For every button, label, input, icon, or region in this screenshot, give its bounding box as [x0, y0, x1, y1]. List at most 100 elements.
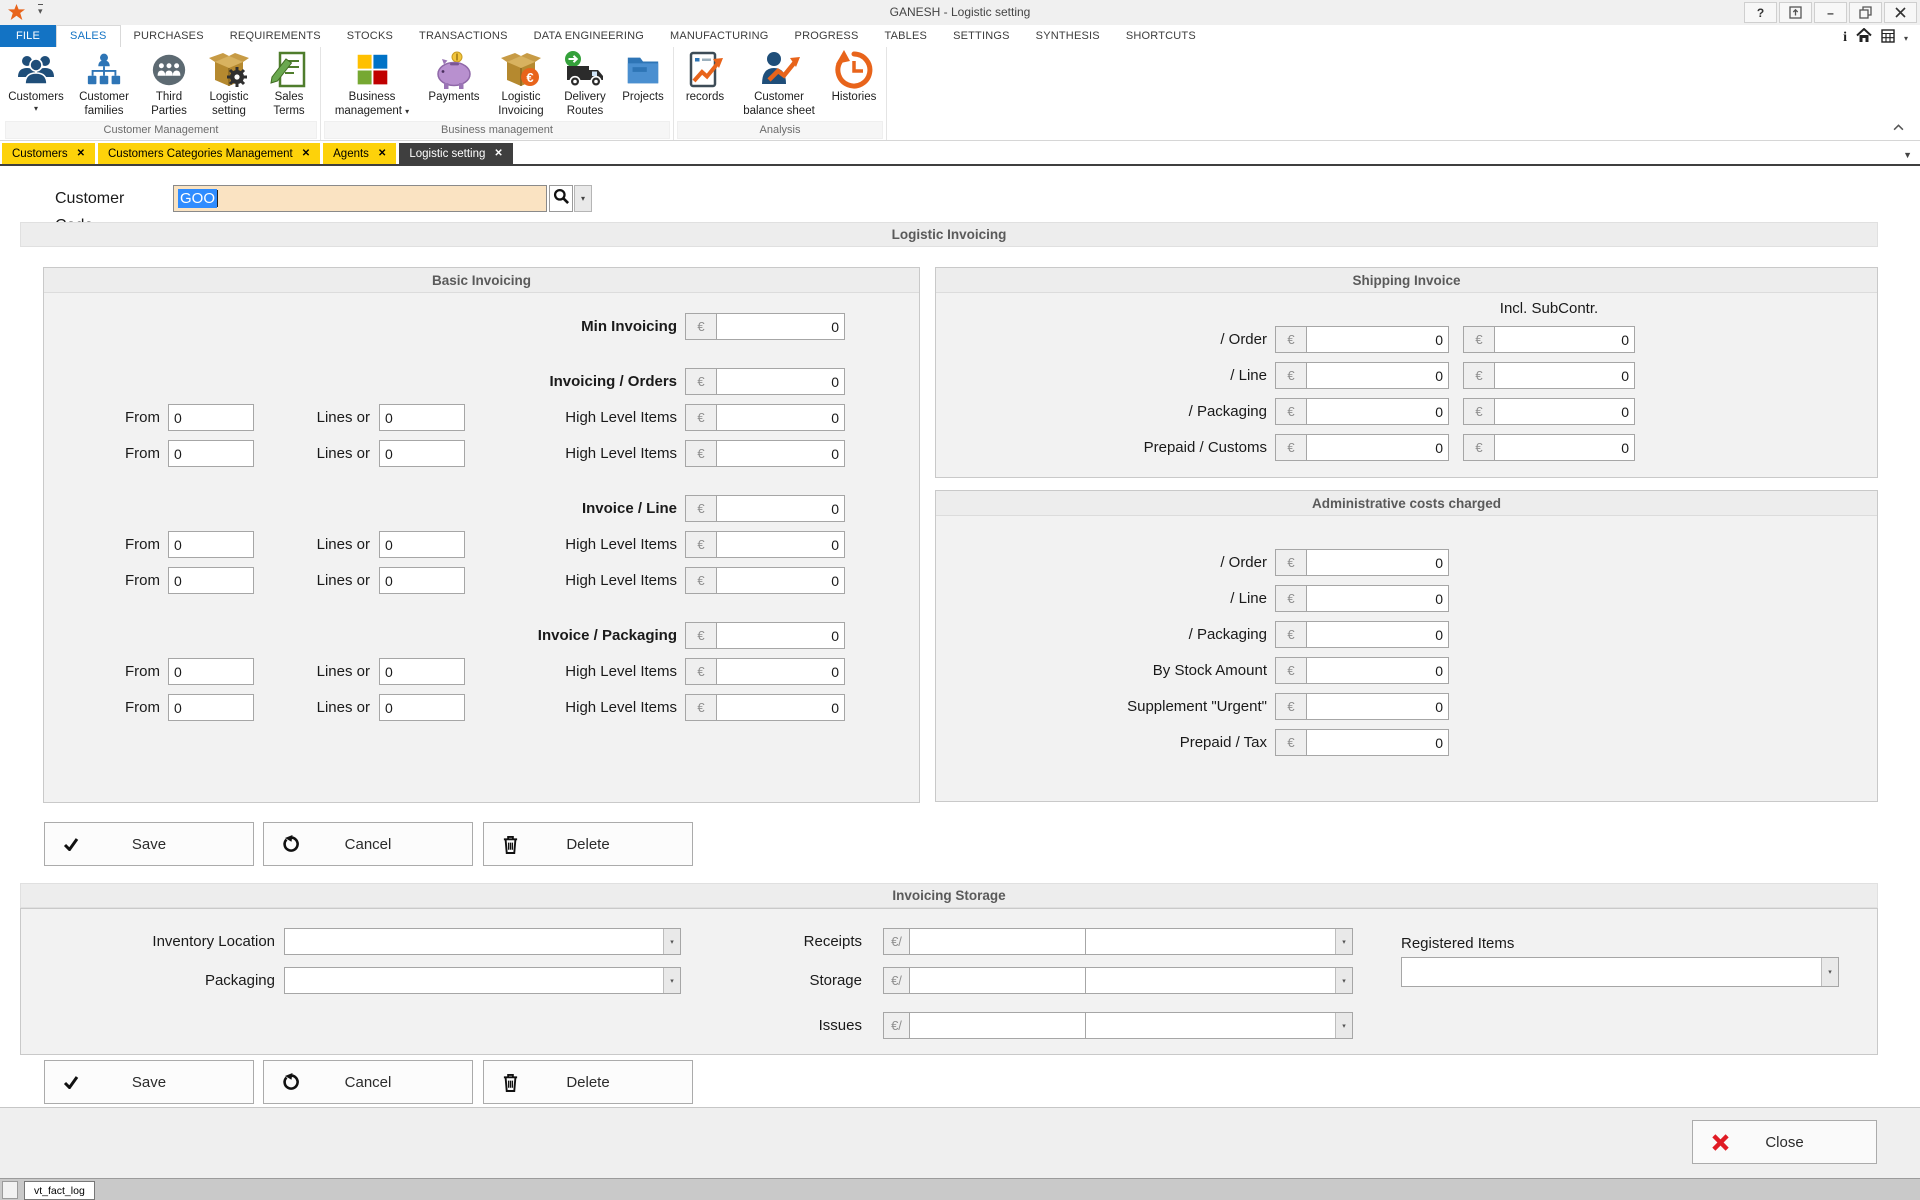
shipping-order-subcontr-input[interactable] — [1495, 326, 1635, 353]
close-window-button[interactable] — [1884, 2, 1917, 23]
tab-tables[interactable]: TABLES — [871, 25, 940, 47]
high-level-items-input[interactable] — [717, 531, 845, 558]
packaging-select[interactable]: ▾ — [284, 967, 681, 994]
tab-stocks[interactable]: STOCKS — [334, 25, 406, 47]
tab-progress[interactable]: PROGRESS — [782, 25, 872, 47]
admin-prepaid-tax-input[interactable] — [1307, 729, 1449, 756]
issues-input[interactable] — [910, 1012, 1098, 1039]
doctab-customers[interactable]: Customers ✕ — [2, 143, 95, 164]
doctab-close-icon[interactable]: ✕ — [302, 148, 310, 159]
min-invoicing-input[interactable] — [717, 313, 845, 340]
from-input[interactable] — [168, 658, 254, 685]
projects-button[interactable]: Projects — [616, 47, 670, 105]
cancel-button-storage[interactable]: Cancel — [263, 1060, 473, 1104]
minimize-button[interactable]: – — [1814, 2, 1847, 23]
close-button[interactable]: Close — [1692, 1120, 1877, 1164]
doctab-customers-categories-management[interactable]: Customers Categories Management ✕ — [98, 143, 320, 164]
tab-manufacturing[interactable]: MANUFACTURING — [657, 25, 782, 47]
doctab-close-icon[interactable]: ✕ — [494, 148, 502, 159]
shipping-packaging-subcontr-input[interactable] — [1495, 398, 1635, 425]
receipts-unit-select[interactable]: ▾ — [1085, 928, 1353, 955]
shipping-order-input[interactable] — [1307, 326, 1449, 353]
calculator-icon[interactable] — [1881, 29, 1895, 48]
customer-search-button[interactable] — [549, 185, 573, 212]
doctab-agents[interactable]: Agents ✕ — [323, 143, 396, 164]
calculator-caret-icon[interactable]: ▾ — [1904, 34, 1908, 43]
shipping-prepaid-customs-subcontr-input[interactable] — [1495, 434, 1635, 461]
high-level-items-input[interactable] — [717, 404, 845, 431]
statusbar-square[interactable] — [2, 1181, 18, 1199]
sales-terms-button[interactable]: Sales Terms — [261, 47, 317, 118]
pin-ribbon-button[interactable] — [1779, 2, 1812, 23]
from-input[interactable] — [168, 404, 254, 431]
from-input[interactable] — [168, 694, 254, 721]
admin-by-stock-amount-input[interactable] — [1307, 657, 1449, 684]
chevron-down-icon[interactable]: ▾ — [1335, 929, 1352, 954]
save-button-storage[interactable]: Save — [44, 1060, 254, 1104]
issues-unit-select[interactable]: ▾ — [1085, 1012, 1353, 1039]
save-button-invoicing[interactable]: Save — [44, 822, 254, 866]
from-input[interactable] — [168, 531, 254, 558]
customer-search-dropdown-button[interactable]: ▾ — [574, 185, 592, 212]
tab-data-engineering[interactable]: DATA ENGINEERING — [521, 25, 657, 47]
tab-requirements[interactable]: REQUIREMENTS — [217, 25, 334, 47]
high-level-items-input[interactable] — [717, 440, 845, 467]
doctab-close-icon[interactable]: ✕ — [77, 148, 85, 159]
shipping-prepaid-customs-input[interactable] — [1307, 434, 1449, 461]
inventory-location-select[interactable]: ▾ — [284, 928, 681, 955]
customer-balance-sheet-button[interactable]: Customer balance sheet — [733, 47, 825, 118]
business-management-button[interactable]: Business management ▾ — [324, 47, 420, 118]
tabstrip-overflow-caret-icon[interactable]: ▼ — [1903, 150, 1912, 160]
receipts-input[interactable] — [910, 928, 1098, 955]
doctab-close-icon[interactable]: ✕ — [378, 148, 386, 159]
histories-button[interactable]: Histories — [825, 47, 883, 105]
shipping-packaging-input[interactable] — [1307, 398, 1449, 425]
high-level-items-input[interactable] — [717, 658, 845, 685]
customer-families-button[interactable]: Customer families — [67, 47, 141, 118]
delete-button-invoicing[interactable]: Delete — [483, 822, 693, 866]
invoice-line-input[interactable] — [717, 495, 845, 522]
chevron-down-icon[interactable]: ▾ — [1335, 968, 1352, 993]
tab-file[interactable]: FILE — [0, 25, 56, 47]
from-input[interactable] — [168, 567, 254, 594]
shipping-line-subcontr-input[interactable] — [1495, 362, 1635, 389]
ribbon-collapse-chevron-icon[interactable] — [1893, 118, 1904, 136]
logistic-setting-button[interactable]: Logistic setting — [197, 47, 261, 118]
registered-items-select[interactable]: ▾ — [1401, 957, 1839, 987]
tab-shortcuts[interactable]: SHORTCUTS — [1113, 25, 1209, 47]
chevron-down-icon[interactable]: ▾ — [1335, 1013, 1352, 1038]
payments-button[interactable]: Payments — [420, 47, 488, 105]
help-button[interactable]: ? — [1744, 2, 1777, 23]
tab-synthesis[interactable]: SYNTHESIS — [1023, 25, 1113, 47]
from-input[interactable] — [168, 440, 254, 467]
chevron-down-icon[interactable]: ▾ — [1821, 958, 1838, 986]
cancel-button-invoicing[interactable]: Cancel — [263, 822, 473, 866]
restore-button[interactable] — [1849, 2, 1882, 23]
high-level-items-input[interactable] — [717, 694, 845, 721]
tab-settings[interactable]: SETTINGS — [940, 25, 1023, 47]
delivery-routes-button[interactable]: Delivery Routes — [554, 47, 616, 118]
logistic-invoicing-button[interactable]: € Logistic Invoicing — [488, 47, 554, 118]
info-icon[interactable]: i — [1843, 30, 1847, 46]
high-level-items-input[interactable] — [717, 567, 845, 594]
tab-transactions[interactable]: TRANSACTIONS — [406, 25, 521, 47]
admin-order-input[interactable] — [1307, 549, 1449, 576]
statusbar-tab-vt-fact-log[interactable]: vt_fact_log — [24, 1181, 95, 1200]
home-icon[interactable] — [1856, 28, 1872, 48]
invoicing-orders-input[interactable] — [717, 368, 845, 395]
customer-code-input[interactable]: GOO — [173, 185, 547, 212]
admin-line-input[interactable] — [1307, 585, 1449, 612]
records-button[interactable]: records — [677, 47, 733, 105]
customers-button[interactable]: Customers ▾ — [5, 47, 67, 112]
admin-packaging-input[interactable] — [1307, 621, 1449, 648]
invoice-packaging-input[interactable] — [717, 622, 845, 649]
admin-supplement-urgent-input[interactable] — [1307, 693, 1449, 720]
third-parties-button[interactable]: Third Parties — [141, 47, 197, 118]
tab-sales[interactable]: SALES — [56, 25, 120, 47]
storage-unit-select[interactable]: ▾ — [1085, 967, 1353, 994]
tab-purchases[interactable]: PURCHASES — [121, 25, 217, 47]
shipping-line-input[interactable] — [1307, 362, 1449, 389]
delete-button-storage[interactable]: Delete — [483, 1060, 693, 1104]
storage-input[interactable] — [910, 967, 1098, 994]
doctab-logistic-setting[interactable]: Logistic setting ✕ — [399, 143, 512, 164]
